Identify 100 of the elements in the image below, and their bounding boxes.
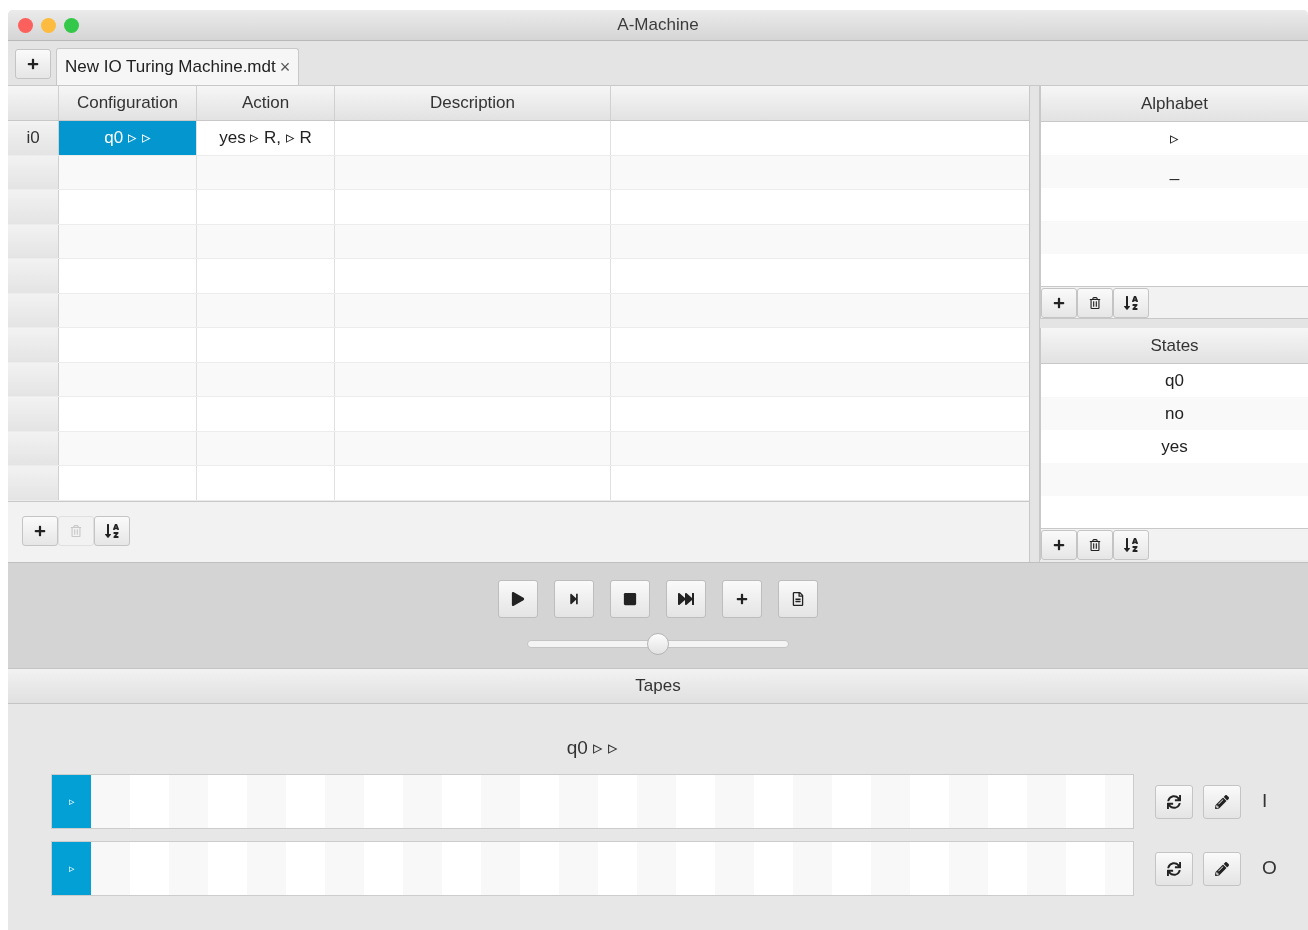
tape-cell[interactable]: [91, 775, 130, 828]
slider-thumb[interactable]: [647, 633, 669, 655]
list-row[interactable]: _: [1041, 155, 1308, 188]
add-button[interactable]: [1041, 529, 1077, 560]
plus-icon: [1053, 538, 1065, 551]
tape-cell[interactable]: [91, 842, 130, 895]
close-icon[interactable]: [18, 18, 33, 33]
tape-cell[interactable]: [793, 775, 832, 828]
tape-cell[interactable]: [247, 775, 286, 828]
tab-label: New IO Turing Machine.mdt: [65, 56, 276, 79]
column-header[interactable]: Configuration: [59, 86, 197, 120]
tape-cell[interactable]: [403, 842, 442, 895]
table-row[interactable]: [8, 224, 1029, 259]
column-header[interactable]: States: [1041, 328, 1308, 364]
pencil-icon: [1215, 794, 1229, 809]
tape-cell[interactable]: [1027, 775, 1066, 828]
action-cell-text: yes ▹ R, ▹ R: [219, 127, 312, 149]
tape-cell[interactable]: [871, 842, 910, 895]
section-header: Tapes: [8, 668, 1308, 704]
delete-button[interactable]: [1077, 287, 1113, 318]
row-header: [8, 362, 59, 396]
tape-label: I: [1262, 789, 1268, 814]
tape-cell[interactable]: [481, 842, 520, 895]
table-row[interactable]: [8, 466, 1029, 501]
table-row[interactable]: [8, 259, 1029, 294]
new-tab-button[interactable]: [15, 49, 51, 79]
add-button[interactable]: [1041, 287, 1077, 318]
tab-close-button[interactable]: ×: [279, 53, 291, 81]
tape-cell[interactable]: [559, 842, 598, 895]
run-button[interactable]: [666, 580, 706, 618]
step-icon: [568, 593, 580, 605]
row-header: [8, 259, 59, 293]
tape-cell[interactable]: [637, 775, 676, 828]
table-row[interactable]: [8, 155, 1029, 190]
pencil-icon: [1215, 861, 1229, 876]
add-button[interactable]: [22, 515, 58, 546]
edit-button[interactable]: [1203, 784, 1241, 819]
tape-cell[interactable]: [247, 842, 286, 895]
delete-button[interactable]: [1077, 529, 1113, 560]
file-tab[interactable]: New IO Turing Machine.mdt ×: [56, 48, 300, 85]
document-button[interactable]: [778, 580, 818, 618]
column-header[interactable]: Description: [335, 86, 611, 120]
table-row[interactable]: i0 q0 ▹ ▹ yes ▹ R, ▹ R: [8, 121, 1029, 156]
list-row[interactable]: no: [1041, 397, 1308, 430]
play-button[interactable]: [498, 580, 538, 618]
sort-button[interactable]: [1113, 287, 1149, 318]
table-row[interactable]: [8, 397, 1029, 432]
tape-cell[interactable]: [169, 775, 208, 828]
table-row[interactable]: [8, 431, 1029, 466]
stop-button[interactable]: [610, 580, 650, 618]
reset-button[interactable]: [1155, 784, 1193, 819]
tape-cell[interactable]: [949, 775, 988, 828]
edit-button[interactable]: [1203, 851, 1241, 886]
row-header: [8, 190, 59, 224]
sort-button[interactable]: [94, 515, 130, 546]
table-row[interactable]: [8, 328, 1029, 363]
tape-cell[interactable]: [1105, 775, 1133, 828]
plus-icon: [1053, 296, 1065, 309]
table-row[interactable]: [8, 362, 1029, 397]
plus-icon: [27, 58, 39, 70]
tape-label: O: [1262, 856, 1277, 881]
tape-cell[interactable]: [1105, 842, 1133, 895]
tape-cell[interactable]: [715, 842, 754, 895]
sort-icon: [1123, 294, 1139, 311]
tape-cell[interactable]: [169, 842, 208, 895]
tape-cell[interactable]: [559, 775, 598, 828]
column-header[interactable]: Action: [197, 86, 335, 120]
row-header: [8, 328, 59, 362]
add-button[interactable]: [722, 580, 762, 618]
tape-cell[interactable]: [481, 775, 520, 828]
table-row[interactable]: [8, 190, 1029, 225]
trash-icon: [1089, 538, 1101, 551]
column-header[interactable]: Alphabet: [1041, 86, 1308, 122]
tape-cell[interactable]: [637, 842, 676, 895]
list-row[interactable]: [1041, 221, 1308, 254]
tape-cell[interactable]: [793, 842, 832, 895]
trash-icon: [1089, 296, 1101, 309]
document-icon: [791, 592, 805, 606]
tape-cell[interactable]: [1027, 842, 1066, 895]
table-row[interactable]: [8, 293, 1029, 328]
refresh-icon: [1167, 861, 1181, 876]
list-row[interactable]: [1041, 463, 1308, 496]
sort-button[interactable]: [1113, 529, 1149, 560]
tape-cell[interactable]: [949, 842, 988, 895]
sort-icon: [1123, 536, 1139, 553]
row-header: [8, 431, 59, 465]
tape-cell[interactable]: [325, 775, 364, 828]
maximize-icon[interactable]: [64, 18, 79, 33]
refresh-icon: [1167, 794, 1181, 809]
speed-slider[interactable]: [527, 633, 789, 655]
tape-cell[interactable]: [715, 775, 754, 828]
tape-cell[interactable]: [403, 775, 442, 828]
tape-cell[interactable]: [325, 842, 364, 895]
minimize-icon[interactable]: [41, 18, 56, 33]
reset-button[interactable]: [1155, 851, 1193, 886]
row-header: [8, 397, 59, 431]
tape-cell[interactable]: [871, 775, 910, 828]
fast-forward-icon: [678, 591, 694, 607]
current-state-label: q0 ▹ ▹: [566, 736, 619, 758]
step-button[interactable]: [554, 580, 594, 618]
